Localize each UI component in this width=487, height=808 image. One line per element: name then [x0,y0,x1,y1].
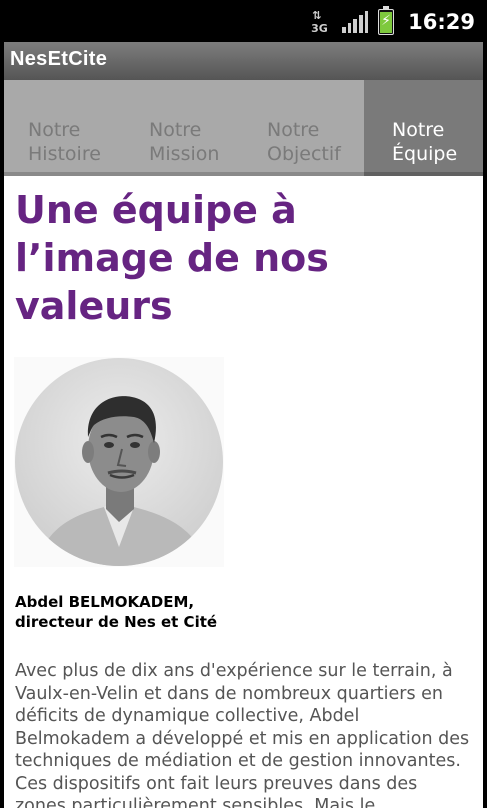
tab-label-line2: Mission [149,143,220,165]
tab-notre-equipe[interactable]: Notre Équipe [364,80,483,176]
battery-charging-icon: ⚡ [378,6,395,35]
caption-role: directeur de Nes et Cité [15,613,218,631]
tab-label-line1: Notre [267,119,320,141]
portrait-image [14,357,224,567]
portrait-caption: Abdel BELMOKADEM, directeur de Nes et Ci… [15,592,315,632]
network-3g-icon: ⇅ 3G [311,9,328,35]
tab-label-line1: Notre [392,119,445,141]
person-portrait-icon [15,358,223,566]
tab-bar: Notre Histoire Notre Mission Notre Objec… [4,80,483,176]
status-clock: 16:29 [408,10,475,34]
tab-notre-objectif[interactable]: Notre Objectif [244,80,364,176]
tab-label-line2: Équipe [392,143,458,165]
body-paragraph: Avec plus de dix ans d'expérience sur le… [15,661,470,808]
caption-name: Abdel BELMOKADEM, [15,593,195,611]
app-title: NesEtCite [10,48,108,70]
tab-notre-mission[interactable]: Notre Mission [124,80,244,176]
app-title-bar: NesEtCite [4,42,483,80]
tab-notre-histoire[interactable]: Notre Histoire [4,80,124,176]
page-title: Une équipe à l’image de nos valeurs [15,188,329,328]
tab-label-line1: Notre [149,119,202,141]
tab-label-line1: Notre [28,119,81,141]
status-icons: ⇅ 3G ⚡ 16:29 [310,6,475,36]
signal-strength-icon [342,11,369,33]
page-content[interactable]: Une équipe à l’image de nos valeurs Abde… [4,176,483,808]
tab-label-line2: Objectif [267,143,341,165]
tab-label-line2: Histoire [28,143,101,165]
status-bar: ⇅ 3G ⚡ 16:29 [0,0,487,42]
